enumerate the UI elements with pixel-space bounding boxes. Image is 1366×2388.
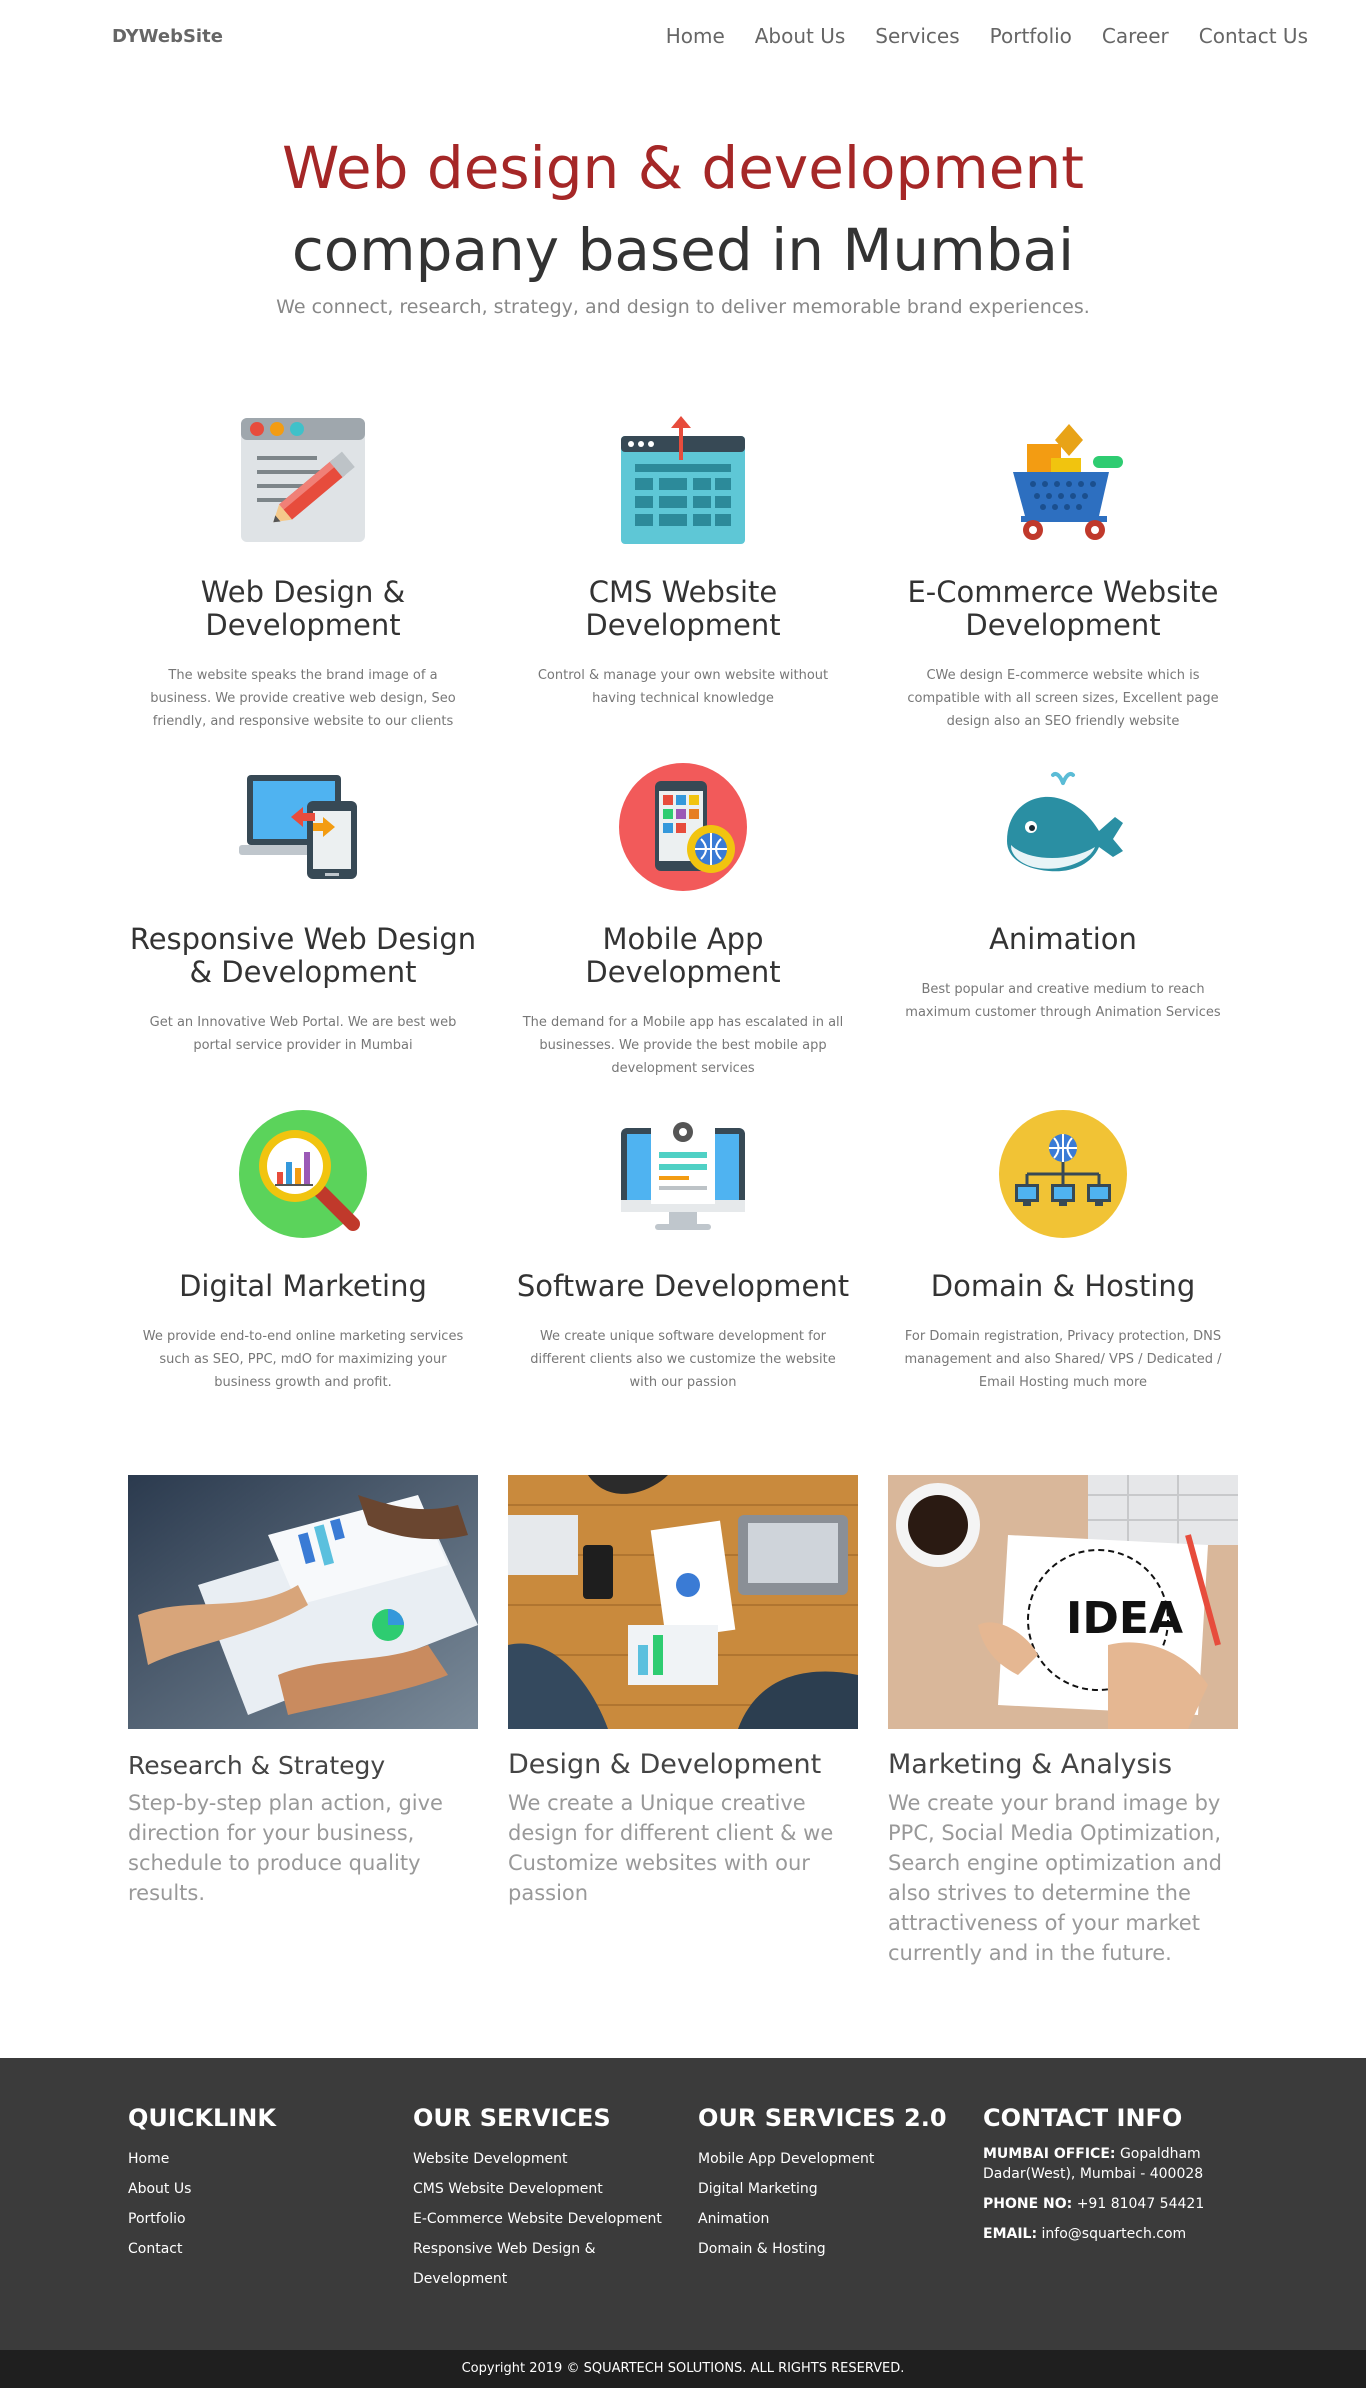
feature-research: Research & Strategy Step-by-step plan ac… (128, 1475, 478, 1968)
service-title: Mobile App Development (585, 922, 781, 989)
footer-link-portfolio[interactable]: Portfolio (128, 2211, 186, 2227)
footer-link-domain-hosting[interactable]: Domain & Hosting (698, 2241, 826, 2257)
office-label: MUMBAI OFFICE: (983, 2146, 1116, 2162)
footer-heading: QUICKLINK (128, 2104, 276, 2132)
features-section: Research & Strategy Step-by-step plan ac… (128, 1475, 1238, 1968)
svg-text:IDEA: IDEA (1066, 1593, 1183, 1644)
network-globe-icon (997, 1108, 1129, 1240)
footer-contact: CONTACT INFO MUMBAI OFFICE: Gopaldham Da… (983, 2104, 1268, 2350)
service-card-digital-marketing[interactable]: Digital Marketing We provide end-to-end … (113, 1108, 493, 1395)
service-card-domain-hosting[interactable]: Domain & Hosting For Domain registration… (873, 1108, 1253, 1395)
contact-office: MUMBAI OFFICE: Gopaldham Dadar(West), Mu… (983, 2144, 1268, 2184)
idea-photo: IDEA (888, 1475, 1238, 1729)
service-title: Web Design & Development (200, 575, 406, 642)
footer-link-responsive-cont[interactable]: Development (413, 2271, 507, 2287)
feature-marketing: IDEA Marketing & Analysis We create your… (888, 1475, 1238, 1968)
feature-desc: We create a Unique creative design for d… (508, 1791, 834, 1905)
email-label: EMAIL: (983, 2226, 1038, 2242)
feature-title: Design & Development (508, 1749, 822, 1780)
service-card-responsive[interactable]: Responsive Web Design & Development Get … (113, 761, 493, 1080)
service-card-ecommerce[interactable]: E-Commerce Website Development CWe desig… (873, 414, 1253, 733)
service-desc: We provide end-to-end online marketing s… (142, 1329, 464, 1390)
mobile-app-icon (617, 761, 749, 893)
service-card-mobile-app[interactable]: Mobile App Development The demand for a … (493, 761, 873, 1080)
footer-services: OUR SERVICES Website Development CMS Web… (413, 2104, 698, 2350)
top-navigation: DYWebSite Home About Us Services Portfol… (0, 0, 1366, 72)
service-title: Software Development (516, 1269, 850, 1303)
monitor-gear-icon (617, 1108, 749, 1240)
service-desc: Control & manage your own website withou… (537, 668, 829, 706)
brand-logo[interactable]: DYWebSite (112, 26, 223, 47)
footer-link-home[interactable]: Home (128, 2151, 169, 2167)
service-desc: The demand for a Mobile app has escalate… (522, 1015, 844, 1076)
services-grid: Web Design & Development The website spe… (113, 414, 1253, 1395)
feature-design: Design & Development We create a Unique … (508, 1475, 858, 1968)
footer-heading: OUR SERVICES 2.0 (698, 2104, 947, 2132)
hero-section: Web design & development company based i… (0, 72, 1366, 318)
footer-link-website-dev[interactable]: Website Development (413, 2151, 568, 2167)
service-desc: CWe design E-commerce website which is c… (907, 668, 1219, 729)
service-card-cms[interactable]: CMS Website Development Control & manage… (493, 414, 873, 733)
service-title: Domain & Hosting (930, 1269, 1196, 1303)
service-title: Digital Marketing (179, 1269, 427, 1303)
nav-career[interactable]: Career (1102, 24, 1169, 48)
web-design-icon (237, 414, 369, 546)
service-card-animation[interactable]: Animation Best popular and creative medi… (873, 761, 1253, 1080)
hero-tagline: We connect, research, strategy, and desi… (276, 296, 1090, 318)
footer-link-mobile-app[interactable]: Mobile App Development (698, 2151, 874, 2167)
nav-portfolio[interactable]: Portfolio (990, 24, 1072, 48)
copyright-bar: Copyright 2019 © SQUARTECH SOLUTIONS. AL… (0, 2350, 1366, 2388)
main-menu: Home About Us Services Portfolio Career … (666, 24, 1308, 48)
footer-heading: OUR SERVICES (413, 2104, 611, 2132)
footer-heading: CONTACT INFO (983, 2104, 1183, 2132)
nav-services[interactable]: Services (875, 24, 959, 48)
footer-link-contact[interactable]: Contact (128, 2241, 182, 2257)
feature-desc: Step-by-step plan action, give direction… (128, 1791, 443, 1905)
feature-desc: We create your brand image by PPC, Socia… (888, 1791, 1222, 1965)
cms-icon (617, 414, 749, 546)
service-desc: The website speaks the brand image of a … (150, 668, 456, 729)
contact-email: EMAIL: info@squartech.com (983, 2224, 1268, 2244)
service-desc: Best popular and creative medium to reac… (905, 982, 1221, 1020)
phone-number[interactable]: +91 81047 54421 (1077, 2196, 1205, 2212)
magnifier-chart-icon (237, 1108, 369, 1240)
service-card-web-design[interactable]: Web Design & Development The website spe… (113, 414, 493, 733)
service-title: Responsive Web Design & Development (129, 922, 477, 989)
design-photo (508, 1475, 858, 1729)
footer-services-2: OUR SERVICES 2.0 Mobile App Development … (698, 2104, 983, 2350)
whale-icon (997, 761, 1129, 893)
ecommerce-cart-icon (997, 414, 1129, 546)
footer-link-digital-marketing[interactable]: Digital Marketing (698, 2181, 818, 2197)
service-title: E-Commerce Website Development (907, 575, 1219, 642)
service-desc: For Domain registration, Privacy protect… (904, 1329, 1222, 1390)
research-photo (128, 1475, 478, 1729)
hero-subtitle: company based in Mumbai (291, 216, 1075, 284)
feature-title: Marketing & Analysis (888, 1749, 1173, 1780)
footer-link-animation[interactable]: Animation (698, 2211, 769, 2227)
nav-home[interactable]: Home (666, 24, 725, 48)
responsive-devices-icon (237, 761, 369, 893)
footer-link-ecommerce-dev[interactable]: E-Commerce Website Development (413, 2211, 662, 2227)
footer-link-cms-dev[interactable]: CMS Website Development (413, 2181, 603, 2197)
hero-title: Web design & development (281, 134, 1084, 202)
nav-contact[interactable]: Contact Us (1199, 24, 1308, 48)
footer-link-responsive[interactable]: Responsive Web Design & (413, 2241, 596, 2257)
contact-phone: PHONE NO: +91 81047 54421 (983, 2194, 1268, 2214)
service-title: CMS Website Development (585, 575, 781, 642)
feature-title: Research & Strategy (128, 1751, 386, 1780)
phone-label: PHONE NO: (983, 2196, 1073, 2212)
nav-about[interactable]: About Us (755, 24, 846, 48)
service-desc: We create unique software development fo… (530, 1329, 836, 1390)
service-title: Animation (989, 922, 1137, 956)
service-desc: Get an Innovative Web Portal. We are bes… (149, 1015, 457, 1053)
footer-link-about[interactable]: About Us (128, 2181, 191, 2197)
site-footer: QUICKLINK Home About Us Portfolio Contac… (0, 2058, 1366, 2350)
service-card-software[interactable]: Software Development We create unique so… (493, 1108, 873, 1395)
email-address[interactable]: info@squartech.com (1042, 2226, 1187, 2242)
footer-quicklink: QUICKLINK Home About Us Portfolio Contac… (128, 2104, 413, 2350)
